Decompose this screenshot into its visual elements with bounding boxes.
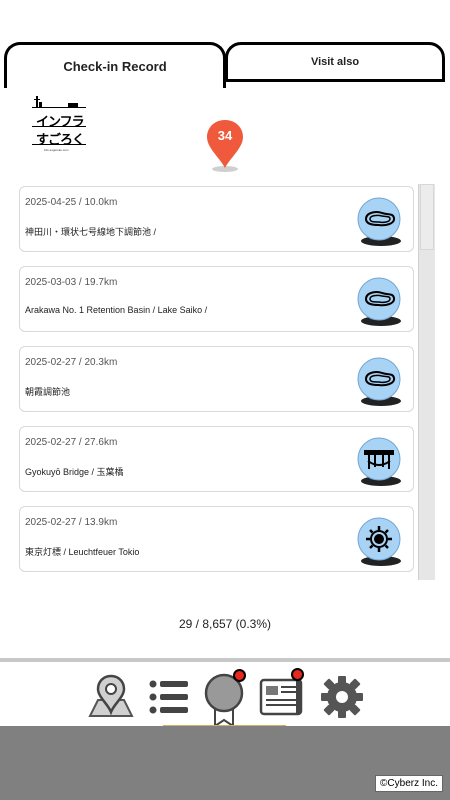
- checkin-count-pin: 34: [206, 118, 244, 174]
- list-item[interactable]: 2025-04-25 / 10.0km 神田川・環状七号線地下調節池 /: [19, 186, 414, 252]
- tab-visit-also-label: Visit also: [310, 56, 360, 68]
- bridge-icon: [357, 437, 403, 487]
- checkin-record-list[interactable]: 2025-04-25 / 10.0km 神田川・環状七号線地下調節池 / 202…: [19, 186, 415, 578]
- medal-icon: [204, 673, 244, 728]
- nav-settings-button[interactable]: [318, 672, 368, 722]
- list-item[interactable]: 2025-02-27 / 20.3km 朝霞調節池: [19, 346, 414, 412]
- record-title: 東京灯標 / Leuchtfeuer Tokio: [25, 547, 140, 557]
- checkin-count: 34: [217, 128, 233, 143]
- tab-bar: Check-in Record Visit also: [0, 42, 450, 88]
- list-scrollbar[interactable]: [418, 184, 435, 580]
- notification-dot: [233, 669, 246, 682]
- map-icon: [88, 674, 134, 717]
- app-root: Check-in Record Visit also インフラ すごろく inf…: [0, 0, 450, 800]
- logo-text-line1: インフラ: [36, 114, 85, 129]
- tab-check-in-record-label: Check-in Record: [63, 59, 167, 74]
- nav-record-button[interactable]: [202, 669, 252, 728]
- nav-map-button[interactable]: [86, 672, 136, 722]
- visit-progress-stats: 29 / 8,657 (0.3%): [178, 617, 272, 631]
- retention-basin-icon: [357, 357, 403, 407]
- record-date-distance: 2025-03-03 / 19.7km: [25, 277, 118, 288]
- settings-icon: [321, 676, 363, 718]
- logo-url: info.sugoroku.com: [44, 148, 69, 152]
- record-date-distance: 2025-02-27 / 20.3km: [25, 357, 118, 368]
- list-item[interactable]: 2025-02-27 / 27.6km Gyokuyō Bridge / 玉葉橋: [19, 426, 414, 492]
- bottom-nav: [0, 658, 450, 728]
- record-title: 朝霞調節池: [25, 387, 71, 397]
- tab-visit-also[interactable]: Visit also: [225, 42, 445, 82]
- map-pin-icon: [207, 120, 243, 172]
- tab-check-in-record[interactable]: Check-in Record: [4, 42, 226, 88]
- record-title: Arakawa No. 1 Retention Basin / Lake Sai…: [25, 305, 208, 315]
- record-date-distance: 2025-02-27 / 27.6km: [25, 437, 118, 448]
- logo-text-line2: すごろく: [36, 132, 85, 147]
- retention-basin-icon: [357, 197, 403, 247]
- list-scrollbar-thumb[interactable]: [420, 184, 434, 250]
- list-icon: [149, 680, 188, 714]
- nav-news-button[interactable]: [258, 668, 308, 722]
- retention-basin-icon: [357, 277, 403, 327]
- lighthouse-icon: [357, 517, 403, 567]
- copyright-label: ©Cyberz Inc.: [375, 775, 443, 792]
- list-item[interactable]: 2025-02-27 / 13.9km 東京灯標 / Leuchtfeuer T…: [19, 506, 414, 572]
- footer-area: ©Cyberz Inc.: [0, 726, 450, 800]
- record-title: Gyokuyō Bridge / 玉葉橋: [25, 467, 124, 477]
- record-title: 神田川・環状七号線地下調節池 /: [25, 227, 157, 237]
- record-date-distance: 2025-04-25 / 10.0km: [25, 197, 118, 208]
- list-item[interactable]: 2025-03-03 / 19.7km Arakawa No. 1 Retent…: [19, 266, 414, 332]
- infra-sugoroku-logo: インフラ すごろく info.sugoroku.com: [30, 93, 88, 157]
- notification-dot: [291, 668, 304, 681]
- nav-list-button[interactable]: [146, 672, 196, 722]
- record-date-distance: 2025-02-27 / 13.9km: [25, 517, 118, 528]
